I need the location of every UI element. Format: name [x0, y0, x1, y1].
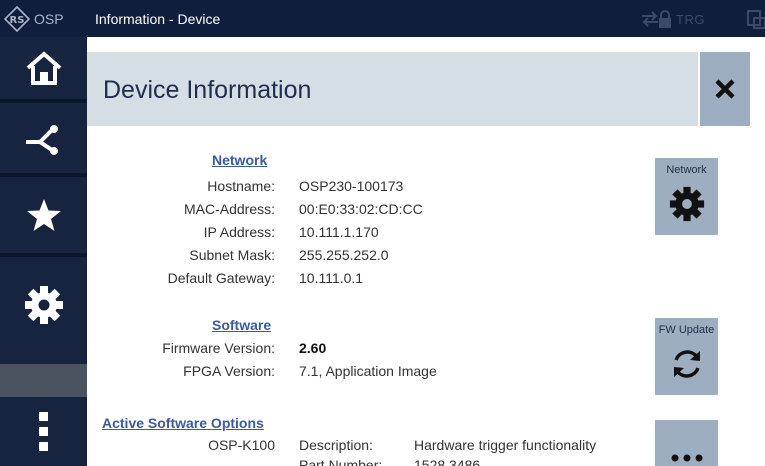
option-part-number-label: Part Number: [299, 457, 383, 466]
subnet-mask-label: Subnet Mask: [189, 247, 275, 263]
nav-favorites-button[interactable] [0, 177, 87, 253]
mac-address-label: MAC-Address: [183, 201, 275, 217]
close-button[interactable] [700, 52, 750, 126]
software-options-section-title[interactable]: Active Software Options [102, 415, 264, 431]
fw-update-button[interactable]: FW Update [655, 318, 718, 395]
fpga-version-value: 7.1, Application Image [299, 363, 437, 379]
ip-address-value: 10.111.1.170 [299, 224, 379, 240]
rs-logo-icon: RS [4, 6, 30, 32]
close-icon [715, 79, 735, 99]
more-vertical-icon [38, 411, 48, 451]
firmware-version-label: Firmware Version: [162, 340, 275, 356]
default-gateway-label: Default Gateway: [167, 270, 275, 286]
refresh-icon [673, 350, 700, 378]
hostname-label: Hostname: [207, 178, 275, 194]
nav-spacer [0, 364, 87, 397]
option-name: OSP-K100 [208, 437, 275, 453]
svg-text:RS: RS [10, 15, 25, 26]
page-title: Device Information [103, 76, 312, 104]
nav-more-button[interactable] [0, 397, 87, 466]
software-section-title[interactable]: Software [212, 317, 271, 333]
window-title: Information - Device [95, 11, 221, 27]
fw-update-button-label: FW Update [658, 324, 715, 336]
title-bar: RS OSP Information - Device TRG [0, 0, 765, 37]
dialog-header: Device Information [87, 52, 698, 126]
side-navigation [0, 37, 87, 466]
nav-connections-button[interactable] [0, 103, 87, 173]
home-icon [26, 51, 61, 85]
ip-address-label: IP Address: [203, 224, 275, 240]
default-gateway-value: 10.111.0.1 [299, 270, 364, 286]
lock-icon [659, 10, 671, 28]
favorites-star-icon [26, 199, 61, 231]
trigger-status: TRG [676, 12, 705, 27]
connections-icon [25, 125, 58, 155]
fpga-version-label: FPGA Version: [183, 363, 275, 379]
settings-gear-icon [24, 286, 63, 324]
subnet-mask-value: 255.255.252.0 [299, 247, 389, 263]
network-settings-button[interactable]: Network [655, 158, 718, 235]
gear-icon [669, 186, 704, 222]
network-button-label: Network [666, 164, 707, 176]
option-description-value: Hardware trigger functionality [414, 437, 597, 453]
more-horizontal-icon [671, 454, 702, 462]
app-name: OSP [34, 11, 64, 27]
nav-settings-button[interactable] [0, 257, 87, 364]
option-description-label: Description: [299, 437, 373, 453]
option-part-number-value: 1528.3486 [414, 457, 481, 466]
mac-address-value: 00:E0:33:02:CD:CC [299, 201, 423, 217]
network-section-title[interactable]: Network [212, 152, 267, 168]
device-info-panel: Network Hostname: OSP230-100173 MAC-Addr… [87, 126, 765, 466]
nav-home-button[interactable] [0, 37, 87, 99]
options-more-button[interactable] [655, 420, 718, 466]
remote-screen-icon[interactable] [745, 9, 765, 29]
hostname-value: OSP230-100173 [299, 178, 404, 194]
firmware-version-value: 2.60 [299, 340, 327, 356]
